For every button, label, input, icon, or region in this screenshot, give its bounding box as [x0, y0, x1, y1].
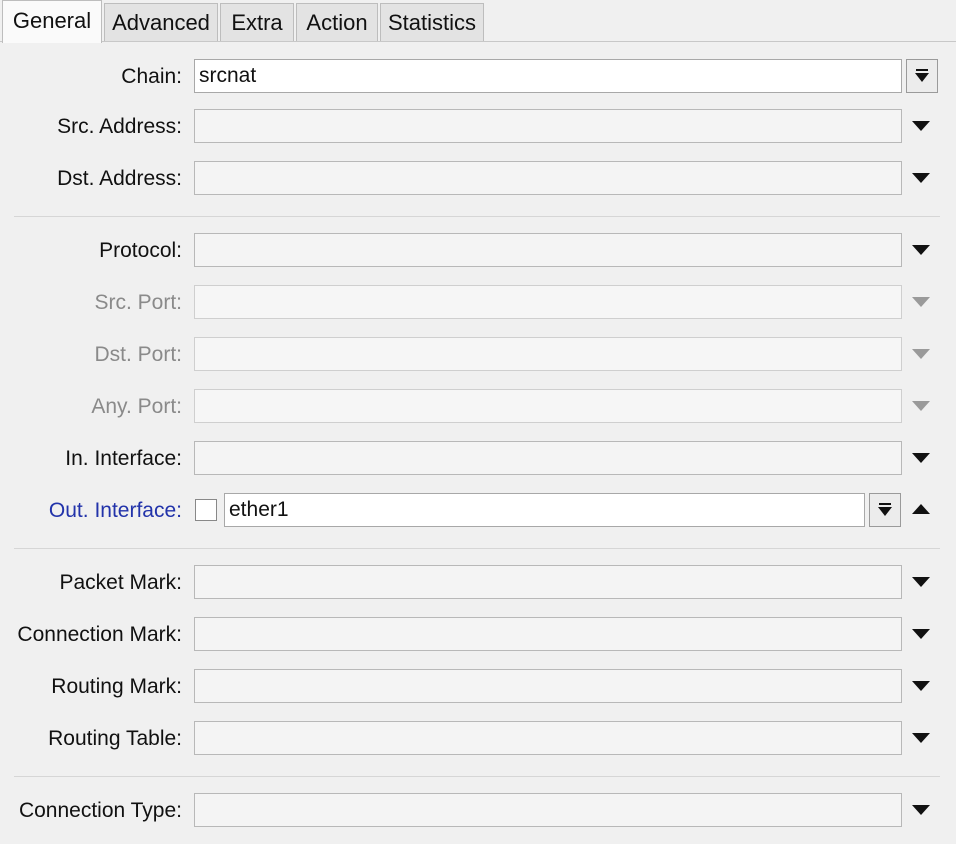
src-address-label: Src. Address: [57, 115, 182, 138]
dst-port-expand-icon [912, 349, 930, 359]
section-divider [14, 548, 940, 549]
chain-row: Chain: srcnat [0, 57, 956, 97]
packet-mark-row: Packet Mark: [0, 563, 956, 603]
connection-mark-field[interactable] [194, 617, 902, 651]
any-port-field [194, 389, 902, 423]
src-address-row: Src. Address: [0, 107, 956, 147]
in-interface-label: In. Interface: [65, 447, 182, 470]
connection-type-field[interactable] [194, 793, 902, 827]
routing-table-label: Routing Table: [48, 727, 182, 750]
protocol-expand-icon[interactable] [912, 245, 930, 255]
src-port-expand-icon [912, 297, 930, 307]
dst-address-field[interactable] [194, 161, 902, 195]
out-interface-dropdown-button[interactable] [869, 493, 901, 527]
section-divider [14, 776, 940, 777]
connection-mark-row: Connection Mark: [0, 615, 956, 655]
routing-mark-label: Routing Mark: [51, 675, 182, 698]
dst-port-label: Dst. Port: [94, 343, 182, 366]
chain-field[interactable]: srcnat [194, 59, 902, 93]
src-port-label: Src. Port: [94, 291, 182, 314]
routing-mark-field[interactable] [194, 669, 902, 703]
chevron-down-icon [915, 73, 929, 82]
routing-table-expand-icon[interactable] [912, 733, 930, 743]
any-port-label: Any. Port: [91, 395, 182, 418]
dropdown-bar-icon [879, 503, 891, 505]
chain-dropdown-button[interactable] [906, 59, 938, 93]
connection-mark-expand-icon[interactable] [912, 629, 930, 639]
dst-port-field [194, 337, 902, 371]
src-address-expand-icon[interactable] [912, 121, 930, 131]
dst-address-label: Dst. Address: [57, 167, 182, 190]
dropdown-bar-icon [916, 69, 928, 71]
packet-mark-expand-icon[interactable] [912, 577, 930, 587]
dst-port-row: Dst. Port: [0, 335, 956, 375]
dst-address-row: Dst. Address: [0, 159, 956, 199]
tab-advanced[interactable]: Advanced [104, 3, 218, 41]
tab-action[interactable]: Action [296, 3, 378, 41]
connection-type-row: Connection Type: [0, 791, 956, 831]
in-interface-field[interactable] [194, 441, 902, 475]
tab-general[interactable]: General [2, 0, 102, 43]
chain-value: srcnat [199, 64, 257, 87]
src-address-field[interactable] [194, 109, 902, 143]
tab-extra[interactable]: Extra [220, 3, 294, 41]
any-port-expand-icon [912, 401, 930, 411]
connection-type-label: Connection Type: [18, 799, 182, 822]
out-interface-value: ether1 [229, 498, 289, 521]
packet-mark-label: Packet Mark: [59, 571, 182, 594]
dst-address-expand-icon[interactable] [912, 173, 930, 183]
packet-mark-field[interactable] [194, 565, 902, 599]
routing-table-row: Routing Table: [0, 719, 956, 759]
connection-mark-label: Connection Mark: [17, 623, 182, 646]
section-divider [14, 216, 940, 217]
in-interface-expand-icon[interactable] [912, 453, 930, 463]
chevron-down-icon [878, 507, 892, 516]
connection-type-expand-icon[interactable] [912, 805, 930, 815]
src-port-row: Src. Port: [0, 283, 956, 323]
out-interface-collapse-icon[interactable] [912, 504, 930, 514]
protocol-row: Protocol: [0, 231, 956, 271]
tab-statistics[interactable]: Statistics [380, 3, 484, 41]
routing-mark-expand-icon[interactable] [912, 681, 930, 691]
routing-mark-row: Routing Mark: [0, 667, 956, 707]
protocol-label: Protocol: [99, 239, 182, 262]
out-interface-row: Out. Interface: ether1 [0, 491, 956, 531]
protocol-field[interactable] [194, 233, 902, 267]
any-port-row: Any. Port: [0, 387, 956, 427]
out-interface-label[interactable]: Out. Interface: [49, 491, 182, 531]
out-interface-field[interactable]: ether1 [224, 493, 865, 527]
src-port-field [194, 285, 902, 319]
routing-table-field[interactable] [194, 721, 902, 755]
tab-bar: General Advanced Extra Action Statistics [0, 0, 956, 43]
out-interface-negate-checkbox[interactable] [195, 499, 217, 521]
chain-label: Chain: [121, 65, 182, 88]
in-interface-row: In. Interface: [0, 439, 956, 479]
